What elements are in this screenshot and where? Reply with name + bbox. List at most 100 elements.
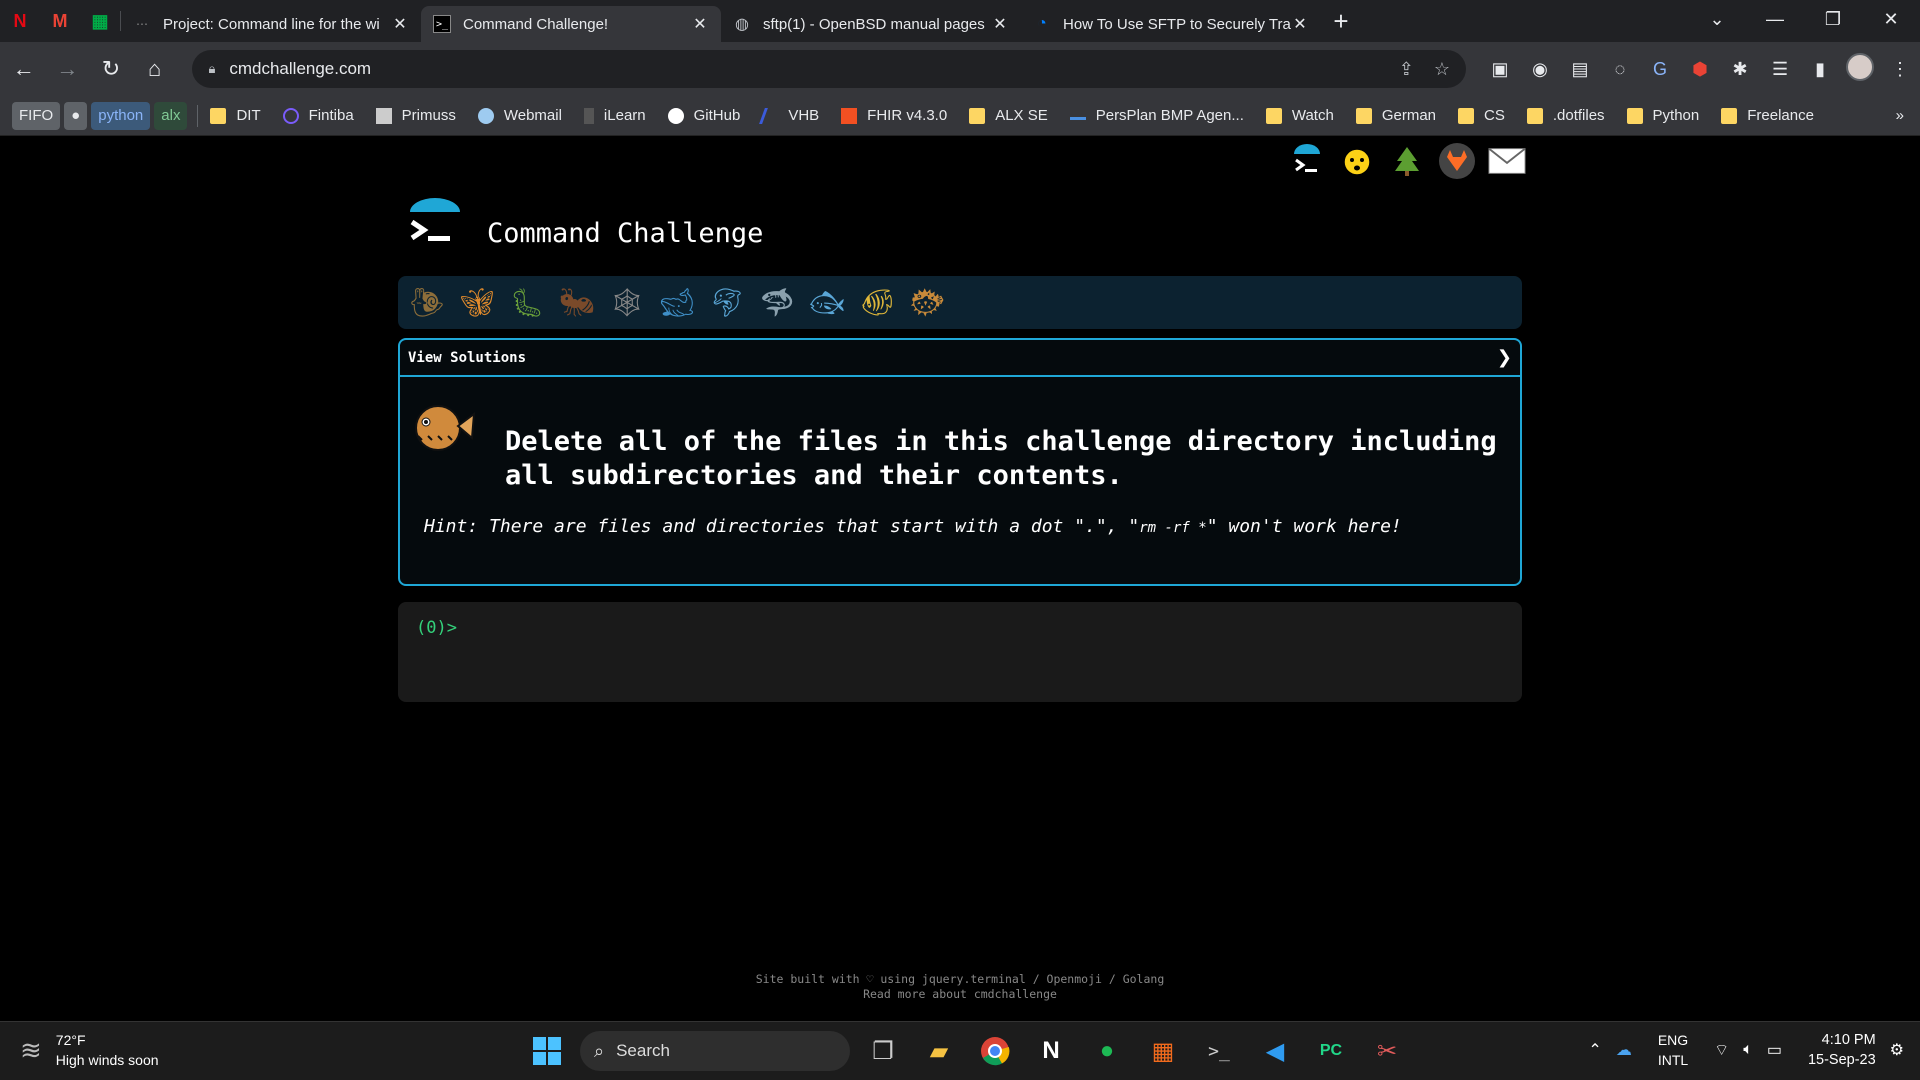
footer-about-link[interactable]: Read more about cmdchallenge bbox=[0, 987, 1920, 1002]
gitlab-icon[interactable] bbox=[1438, 142, 1476, 180]
lock-icon[interactable]: 🔒︎ bbox=[208, 61, 215, 77]
envelope-icon[interactable] bbox=[1488, 142, 1526, 180]
netflix-icon[interactable]: N bbox=[0, 0, 40, 42]
translate-extension-icon[interactable]: G bbox=[1640, 59, 1680, 80]
view-solutions-bar[interactable]: View Solutions ❯ bbox=[400, 340, 1520, 377]
google-meet-icon[interactable]: ▦ bbox=[80, 0, 120, 42]
spotify-icon[interactable]: ● bbox=[1084, 1028, 1130, 1074]
bookmark-ilearn[interactable]: iLearn bbox=[583, 107, 646, 124]
back-icon[interactable]: ← bbox=[4, 49, 44, 89]
tab-project[interactable]: ⋯ Project: Command line for the wi ✕ bbox=[121, 6, 421, 42]
music-extension-icon[interactable]: ◌ bbox=[1600, 59, 1640, 80]
pycharm-icon[interactable]: PC bbox=[1308, 1028, 1354, 1074]
fish-icon[interactable]: 🐟︎ bbox=[806, 282, 848, 324]
bookmark-fintiba[interactable]: Fintiba bbox=[282, 107, 354, 124]
spider-web-icon[interactable]: 🕸︎ bbox=[606, 282, 648, 324]
bookmark-github[interactable]: GitHub bbox=[667, 107, 740, 124]
battery-icon[interactable]: ▭ bbox=[1767, 1040, 1782, 1060]
tray-overflow-icon[interactable]: ⌃ bbox=[1588, 1040, 1601, 1060]
taskbar-search[interactable]: ⌕ Search bbox=[580, 1031, 850, 1071]
close-icon[interactable]: ✕ bbox=[1291, 14, 1309, 34]
tree-icon[interactable] bbox=[1388, 142, 1426, 180]
vscode-icon[interactable]: ◀ bbox=[1252, 1028, 1298, 1074]
bookmark-vhb[interactable]: VHB bbox=[759, 107, 819, 124]
bookmark-chip-fifo[interactable]: FIFO bbox=[12, 101, 61, 130]
bookmark-dit[interactable]: DIT bbox=[210, 107, 261, 124]
butterfly-icon[interactable]: 🦋︎ bbox=[456, 282, 498, 324]
tab-sftp-manual[interactable]: ◍ sftp(1) - OpenBSD manual pages ✕ bbox=[721, 6, 1021, 42]
tab-search-icon[interactable]: ⌄ bbox=[1688, 0, 1746, 40]
calendar-icon[interactable]: ▦ bbox=[1140, 1028, 1186, 1074]
new-tab-button[interactable]: + bbox=[1321, 2, 1361, 42]
blowfish-icon[interactable]: 🐡︎ bbox=[906, 282, 948, 324]
chrome-icon[interactable] bbox=[972, 1028, 1018, 1074]
bookmark-python[interactable]: Python bbox=[1626, 107, 1699, 124]
bookmark-watch[interactable]: Watch bbox=[1265, 107, 1334, 124]
bookmarks-overflow-icon[interactable]: » bbox=[1896, 107, 1904, 124]
whale-icon[interactable]: 🐋︎ bbox=[656, 282, 698, 324]
volume-icon[interactable]: 🔈︎ bbox=[1743, 1041, 1753, 1059]
discord-extension-icon[interactable]: ◉ bbox=[1520, 59, 1560, 80]
hint-mind-blown-icon[interactable] bbox=[1338, 142, 1376, 180]
bookmark-star-icon[interactable]: ☆ bbox=[1434, 59, 1450, 80]
bookmark-german[interactable]: German bbox=[1355, 107, 1436, 124]
bookmark-dotfiles[interactable]: .dotfiles bbox=[1526, 107, 1605, 124]
close-icon[interactable]: ✕ bbox=[691, 14, 709, 34]
wifi-icon[interactable]: ⌔ bbox=[1714, 1040, 1729, 1060]
notification-icon[interactable]: ⚙ bbox=[1890, 1040, 1904, 1060]
notion-icon[interactable]: N bbox=[1028, 1028, 1074, 1074]
windows-start-icon[interactable] bbox=[524, 1028, 570, 1074]
extensions-puzzle-icon[interactable]: ✱ bbox=[1720, 59, 1760, 80]
weather-widget[interactable]: ≋ 72°F High winds soon bbox=[20, 1030, 159, 1070]
bookmark-persplan[interactable]: PersPlan BMP Agen... bbox=[1069, 107, 1244, 124]
bookmark-fhir[interactable]: FHIR v4.3.0 bbox=[841, 107, 947, 124]
notion-extension-icon[interactable]: ▣ bbox=[1480, 59, 1520, 80]
side-panel-icon[interactable]: ▮ bbox=[1800, 59, 1840, 80]
share-icon[interactable]: ⇪ bbox=[1399, 59, 1414, 80]
dolphin-icon[interactable]: 🐬︎ bbox=[706, 282, 748, 324]
bookmark-chip-python[interactable]: python bbox=[91, 101, 151, 130]
file-explorer-icon[interactable]: ▰ bbox=[916, 1028, 962, 1074]
window-close-icon[interactable]: ✕ bbox=[1862, 0, 1920, 40]
snipping-tool-icon[interactable]: ✂ bbox=[1364, 1028, 1410, 1074]
clock[interactable]: 4:10 PM 15-Sep-23 bbox=[1808, 1030, 1876, 1070]
gmail-icon[interactable]: M bbox=[40, 0, 80, 42]
picture-in-picture-icon[interactable]: ▤ bbox=[1560, 59, 1600, 80]
terminal-logo-icon[interactable] bbox=[1288, 142, 1326, 180]
snail-icon[interactable]: 🐌︎ bbox=[406, 282, 448, 324]
terminal-input[interactable]: (0)> bbox=[398, 602, 1522, 702]
view-solutions-label[interactable]: View Solutions bbox=[408, 350, 526, 366]
terminal-app-icon[interactable]: >_ bbox=[1196, 1028, 1242, 1074]
profile-avatar[interactable] bbox=[1840, 52, 1880, 86]
task-view-icon[interactable]: ❐ bbox=[860, 1028, 906, 1074]
bookmark-cs[interactable]: CS bbox=[1458, 107, 1505, 124]
close-icon[interactable]: ✕ bbox=[391, 14, 409, 34]
reload-icon[interactable]: ↻ bbox=[91, 49, 131, 89]
restore-icon[interactable]: ❐ bbox=[1804, 0, 1862, 40]
bookmark-chip-alx[interactable]: alx bbox=[154, 101, 188, 130]
adblock-extension-icon[interactable]: ⬢ bbox=[1680, 59, 1720, 80]
language-indicator[interactable]: ENG INTL bbox=[1658, 1030, 1688, 1070]
bookmark-freelance[interactable]: Freelance bbox=[1721, 107, 1814, 124]
chevron-right-icon[interactable]: ❯ bbox=[1497, 347, 1512, 368]
home-icon[interactable]: ⌂ bbox=[135, 49, 175, 89]
bookmark-webmail[interactable]: Webmail bbox=[477, 107, 562, 124]
forward-icon[interactable]: → bbox=[48, 49, 88, 89]
caterpillar-icon[interactable]: 🐛︎ bbox=[506, 282, 548, 324]
bookmark-primuss[interactable]: Primuss bbox=[375, 107, 456, 124]
chrome-menu-icon[interactable]: ⋮ bbox=[1880, 59, 1920, 80]
minimize-icon[interactable]: — bbox=[1746, 0, 1804, 40]
onedrive-icon[interactable]: ☁ bbox=[1616, 1040, 1632, 1060]
url-text[interactable]: cmdchallenge.com bbox=[229, 59, 1378, 79]
shark-icon[interactable]: 🦈︎ bbox=[756, 282, 798, 324]
bookmark-chip-circle[interactable]: ● bbox=[64, 101, 88, 130]
close-icon[interactable]: ✕ bbox=[991, 14, 1009, 34]
tab-sftp-howto[interactable]: ◔ How To Use SFTP to Securely Tra ✕ bbox=[1021, 6, 1321, 42]
address-bar[interactable]: 🔒︎ cmdchallenge.com ⇪ ☆ bbox=[192, 50, 1467, 88]
tropical-fish-icon[interactable]: 🐠︎ bbox=[856, 282, 898, 324]
reading-list-icon[interactable]: ☰ bbox=[1760, 59, 1800, 80]
ant-icon[interactable]: 🐜︎ bbox=[556, 282, 598, 324]
bookmark-alx-se[interactable]: ALX SE bbox=[969, 107, 1048, 124]
bookmark-label: Primuss bbox=[401, 107, 456, 124]
tab-command-challenge[interactable]: >_ Command Challenge! ✕ bbox=[421, 6, 721, 42]
